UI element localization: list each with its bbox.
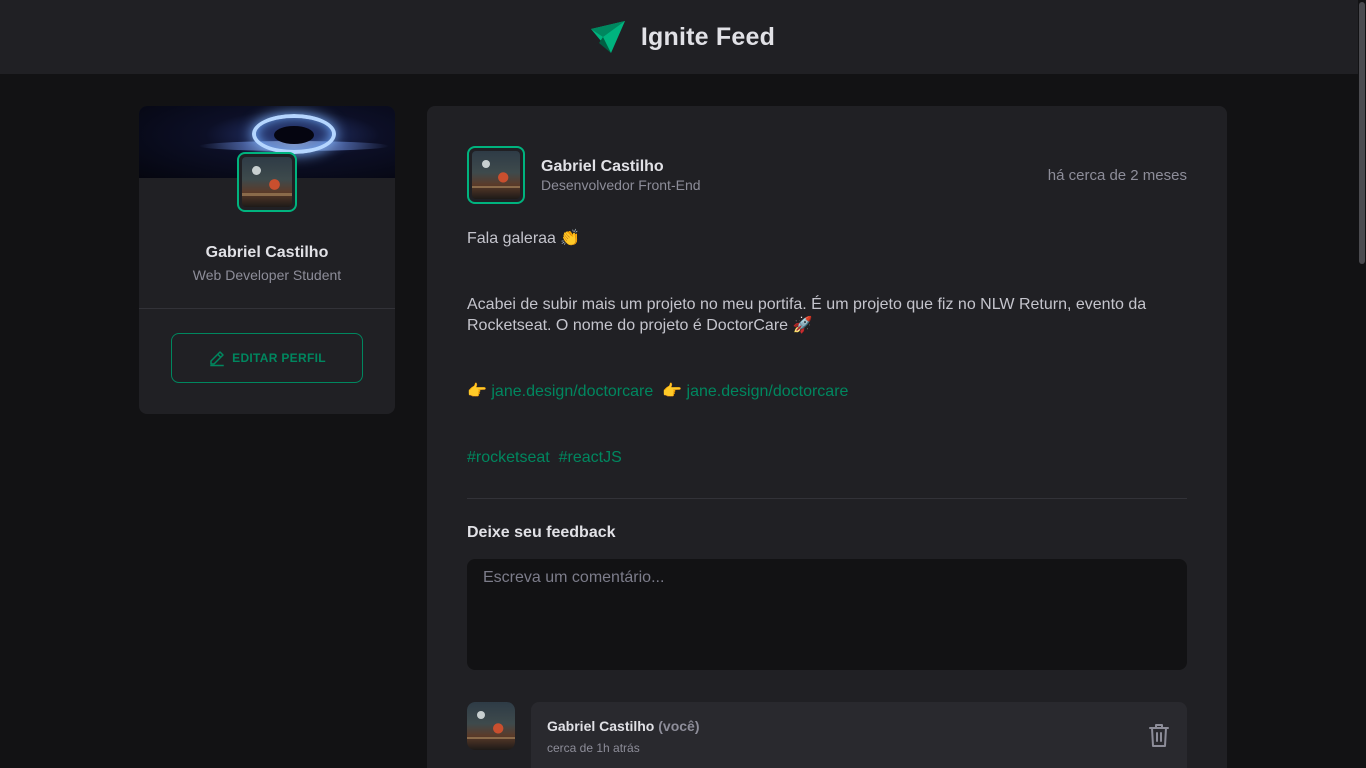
hashtag-link[interactable]: #reactJS (559, 449, 622, 466)
scrollbar[interactable] (1358, 0, 1366, 768)
divider (139, 308, 395, 309)
hashtag-link[interactable]: #rocketseat (467, 449, 550, 466)
post-body: Acabei de subir mais um projeto no meu p… (467, 296, 1147, 334)
comment-timestamp: cerca de 1h atrás (547, 741, 640, 755)
post-link[interactable]: jane.design/doctorcare (491, 383, 653, 400)
feedback-title: Deixe seu feedback (467, 524, 616, 541)
post-card: Gabriel Castilho Desenvolvedor Front-End… (427, 106, 1227, 768)
pointing-hand-icon: 👉 (662, 381, 683, 400)
profile-sidebar: Gabriel Castilho Web Developer Student E… (139, 106, 395, 414)
edit-profile-button[interactable]: EDITAR PERFIL (171, 333, 363, 383)
edit-profile-label: EDITAR PERFIL (232, 351, 326, 365)
post-timestamp: há cerca de 2 meses (1047, 167, 1187, 184)
comment-input[interactable] (467, 559, 1187, 670)
divider (467, 498, 1187, 499)
post-greeting: Fala galeraa 👏 (467, 228, 581, 247)
rocket-icon: 🚀 (792, 315, 813, 334)
clap-icon: 👏 (560, 228, 581, 247)
comment-you-tag: (você) (658, 718, 700, 734)
comment-card: Gabriel Castilho (você) cerca de 1h atrá… (531, 702, 1187, 768)
profile-role: Web Developer Student (192, 267, 342, 283)
post-author-role: Desenvolvedor Front-End (541, 177, 701, 193)
post-links: 👉 jane.design/doctorcare 👉 jane.design/d… (467, 381, 1187, 402)
post-link[interactable]: jane.design/doctorcare (687, 383, 849, 400)
comment-author-avatar[interactable] (467, 702, 515, 750)
trash-icon[interactable] (1147, 722, 1171, 748)
app-title: Ignite Feed (640, 22, 776, 51)
app-header: Ignite Feed (0, 0, 1366, 74)
profile-avatar[interactable] (237, 152, 297, 212)
scrollbar-thumb[interactable] (1359, 2, 1365, 264)
pencil-icon (210, 351, 224, 367)
ignite-logo-icon (590, 21, 625, 53)
comment-author: Gabriel Castilho (você) (547, 718, 700, 734)
post-author-name: Gabriel Castilho (541, 158, 664, 175)
pointing-hand-icon: 👉 (467, 381, 487, 400)
profile-name: Gabriel Castilho (205, 244, 329, 261)
post-hashtags: #rocketseat #reactJS (467, 448, 1187, 468)
post-author-avatar[interactable] (467, 146, 525, 204)
